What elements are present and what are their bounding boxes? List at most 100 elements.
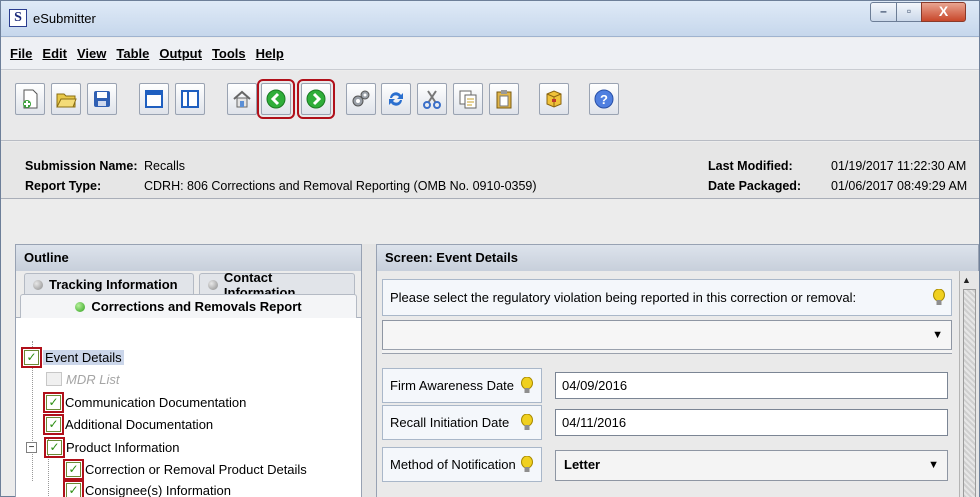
back-arrow-icon	[266, 89, 286, 109]
submission-name-label: Submission Name:	[25, 159, 138, 173]
submission-info-panel: Submission Name: Recalls Report Type: CD…	[1, 142, 979, 199]
refresh-icon	[389, 92, 403, 106]
svg-text:?: ?	[600, 92, 608, 107]
paste-icon	[496, 90, 512, 109]
copy-icon	[459, 90, 477, 109]
checkmark-icon: ✓	[21, 346, 42, 368]
outline-pane: Tracking Information Contact Information…	[15, 270, 362, 497]
method-of-notification-label: Method of Notification	[382, 447, 542, 482]
window-split-icon	[181, 90, 199, 108]
report-type-label: Report Type:	[25, 179, 102, 193]
window-title: eSubmitter	[33, 11, 96, 26]
save-icon	[94, 91, 110, 107]
tab-tracking-information[interactable]: Tracking Information	[24, 273, 194, 295]
date-packaged-value: 01/06/2017 08:49:29 AM	[831, 179, 968, 193]
hint-bulb-icon[interactable]	[933, 289, 945, 306]
tree-item-event-details[interactable]: ✓ Event Details	[21, 346, 124, 368]
new-document-button[interactable]	[15, 83, 45, 115]
paste-button[interactable]	[489, 83, 519, 115]
collapse-icon[interactable]: −	[26, 441, 37, 453]
esubmitter-window: S eSubmitter – ▫ X File Edit View Table …	[0, 0, 980, 497]
help-icon: ?	[594, 89, 614, 109]
checkmark-icon: ✓	[63, 458, 84, 480]
last-modified-value: 01/19/2017 11:22:30 AM	[831, 159, 967, 173]
menu-tools[interactable]: Tools	[207, 46, 251, 61]
tree-item-additional-documentation[interactable]: ✓ Additional Documentation	[43, 413, 213, 435]
screen-header: Screen: Event Details	[376, 244, 979, 272]
tree-item-mdr-list[interactable]: MDR List	[46, 368, 119, 390]
open-folder-icon	[56, 93, 77, 108]
report-type-value: CDRH: 806 Corrections and Removal Report…	[144, 179, 537, 193]
checkmark-icon: ✓	[43, 391, 64, 413]
forward-arrow-icon	[306, 89, 326, 109]
tab-contact-information[interactable]: Contact Information	[199, 270, 355, 300]
package-button[interactable]	[539, 83, 569, 115]
firm-awareness-date-label: Firm Awareness Date	[382, 368, 542, 403]
new-document-icon	[23, 89, 38, 109]
outline-tabs: Tracking Information Contact Information…	[16, 270, 361, 318]
forward-button[interactable]	[297, 79, 335, 119]
recall-initiation-date-input[interactable]: 04/11/2016	[555, 409, 948, 436]
date-packaged-label: Date Packaged:	[708, 179, 802, 193]
vertical-scrollbar[interactable]: ▲	[959, 271, 979, 497]
home-button[interactable]	[227, 83, 257, 115]
settings-button[interactable]	[346, 83, 376, 115]
tree-item-product-information[interactable]: − ✓ Product Information	[26, 436, 179, 458]
minimize-button[interactable]: –	[870, 2, 897, 22]
help-button[interactable]: ?	[589, 83, 619, 115]
back-button[interactable]	[257, 79, 295, 119]
app-icon: S	[9, 9, 27, 27]
scroll-up-arrow-icon[interactable]: ▲	[962, 275, 971, 285]
status-gray-icon	[33, 279, 43, 290]
tree-item-correction-or-removal-product-details[interactable]: ✓ Correction or Removal Product Details	[63, 458, 307, 480]
firm-awareness-date-input[interactable]: 04/09/2016	[555, 372, 948, 399]
tree-item-communication-documentation[interactable]: ✓ Communication Documentation	[43, 391, 246, 413]
tree-item-consignees-information[interactable]: ✓ Consignee(s) Information	[63, 479, 231, 497]
open-button[interactable]	[51, 83, 81, 115]
menu-output[interactable]: Output	[154, 46, 207, 61]
toolbar: ?	[1, 71, 979, 141]
copy-button[interactable]	[453, 83, 483, 115]
dropdown-arrow-icon: ▼	[928, 459, 939, 471]
outline-header: Outline	[15, 244, 362, 272]
single-window-button[interactable]	[139, 83, 169, 115]
refresh-button[interactable]	[381, 83, 411, 115]
status-green-icon	[75, 301, 86, 312]
checkmark-icon: ✓	[63, 479, 84, 497]
hint-bulb-icon[interactable]	[521, 414, 533, 431]
tab-corrections-and-removals-report[interactable]: Corrections and Removals Report	[20, 294, 357, 318]
menu-bar: File Edit View Table Output Tools Help	[1, 38, 979, 70]
home-icon	[233, 90, 251, 108]
menu-file[interactable]: File	[5, 46, 37, 61]
page-icon	[46, 372, 62, 386]
dropdown-arrow-icon: ▼	[932, 329, 943, 341]
violation-select[interactable]: ▼	[382, 320, 952, 351]
scroll-thumb[interactable]	[963, 289, 976, 497]
menu-view[interactable]: View	[72, 46, 111, 61]
method-of-notification-select[interactable]: Letter ▼	[555, 450, 948, 481]
cut-button[interactable]	[417, 83, 447, 115]
checkmark-icon: ✓	[44, 436, 65, 458]
save-button[interactable]	[87, 83, 117, 115]
hint-bulb-icon[interactable]	[521, 456, 533, 473]
recall-initiation-date-label: Recall Initiation Date	[382, 405, 542, 440]
settings-gears-icon	[352, 90, 370, 107]
title-bar: S eSubmitter – ▫ X	[1, 1, 979, 37]
violation-question: Please select the regulatory violation b…	[382, 279, 952, 316]
pane-splitter[interactable]	[362, 244, 376, 497]
cut-icon	[423, 90, 441, 109]
screen-pane: Please select the regulatory violation b…	[376, 271, 959, 497]
last-modified-label: Last Modified:	[708, 159, 793, 173]
package-icon	[546, 90, 562, 108]
split-window-button[interactable]	[175, 83, 205, 115]
menu-help[interactable]: Help	[251, 46, 289, 61]
hint-bulb-icon[interactable]	[521, 377, 533, 394]
maximize-button[interactable]: ▫	[896, 2, 922, 22]
close-button[interactable]: X	[921, 2, 966, 22]
window-single-icon	[145, 90, 163, 108]
status-gray-icon	[208, 279, 218, 290]
submission-name-value: Recalls	[144, 159, 185, 173]
checkmark-icon: ✓	[43, 413, 64, 435]
menu-table[interactable]: Table	[111, 46, 154, 61]
menu-edit[interactable]: Edit	[37, 46, 72, 61]
